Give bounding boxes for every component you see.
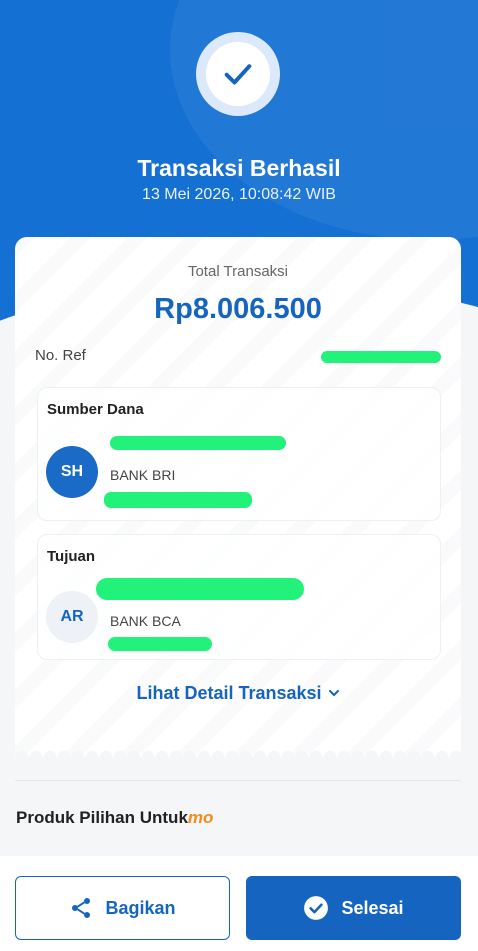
action-bar: Bagikan Selesai <box>0 856 478 951</box>
source-title: Sumber Dana <box>47 401 144 418</box>
destination-account-redacted <box>108 637 212 651</box>
done-label: Selesai <box>341 897 404 918</box>
ref-number-redacted <box>321 351 441 363</box>
brand-logo-mo: mo <box>187 808 214 827</box>
total-amount: Rp8.006.500 <box>154 293 322 325</box>
recommended-products-heading: Produk Pilihan Untukmo <box>16 808 213 828</box>
source-account-panel: Sumber Dana SH BANK BRI <box>37 387 441 521</box>
receipt-torn-edge <box>15 747 461 757</box>
receipt-card: Total Transaksi Rp8.006.500 No. Ref Sumb… <box>15 237 461 757</box>
share-label: Bagikan <box>105 897 176 918</box>
transaction-datetime: 13 Mei 2026, 10:08:42 WIB <box>142 186 336 203</box>
check-circle-icon <box>303 895 329 921</box>
chevron-down-icon <box>328 687 340 702</box>
done-button[interactable]: Selesai <box>246 876 461 940</box>
header-decoration <box>170 0 478 240</box>
destination-account-panel: Tujuan AR BANK BCA <box>37 534 441 660</box>
destination-bank: BANK BCA <box>110 613 181 629</box>
share-button[interactable]: Bagikan <box>15 876 230 940</box>
recommended-products-label: Produk Pilihan Untuk <box>16 808 188 827</box>
page-title: Transaksi Berhasil <box>137 155 341 181</box>
ref-label: No. Ref <box>35 347 86 364</box>
source-account-redacted <box>104 492 252 508</box>
section-divider <box>15 780 461 781</box>
source-bank: BANK BRI <box>110 467 176 483</box>
total-label: Total Transaksi <box>187 263 289 280</box>
destination-title: Tujuan <box>47 548 96 565</box>
check-icon <box>224 64 252 85</box>
detail-link-label: Lihat Detail Transaksi <box>136 683 322 703</box>
source-avatar: SH <box>46 446 98 498</box>
view-transaction-detail-link[interactable]: Lihat Detail Transaksi <box>15 683 461 704</box>
source-name-redacted <box>110 436 286 450</box>
destination-name-redacted <box>96 578 304 600</box>
share-icon <box>69 896 93 920</box>
success-badge <box>196 32 280 116</box>
destination-avatar: AR <box>46 591 98 643</box>
